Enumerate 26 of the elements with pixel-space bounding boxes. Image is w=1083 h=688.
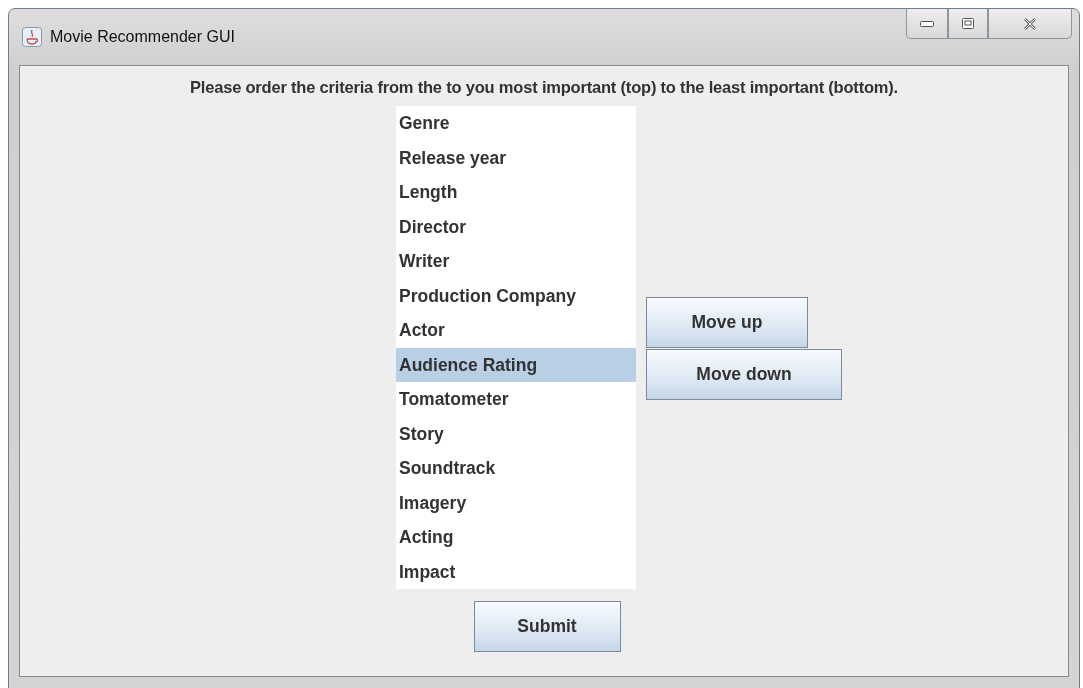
list-item[interactable]: Writer [396,244,636,279]
minimize-button[interactable] [906,9,948,39]
list-item[interactable]: Actor [396,313,636,348]
list-item[interactable]: Acting [396,520,636,555]
list-item[interactable]: Length [396,175,636,210]
list-item[interactable]: Impact [396,554,636,589]
minimize-icon [920,20,934,27]
list-item[interactable]: Soundtrack [396,451,636,486]
list-item[interactable]: Audience Rating [396,347,636,382]
app-icon [22,27,42,47]
maximize-icon [962,18,974,29]
instruction-text: Please order the criteria from the to you most important (top) to the least important (bottom). [190,78,898,97]
submit-button[interactable]: Submit [473,601,621,652]
window-title: Movie Recommender GUI [50,28,235,46]
list-item[interactable]: Director [396,209,636,244]
maximize-button[interactable] [948,9,988,39]
criteria-list[interactable]: Genre Release year Length Director Writer Production Company Actor Audience Rating Tomatometer Story Soundtrack Imagery Acting Impact [396,106,636,589]
close-icon [1023,17,1037,30]
list-item[interactable]: Production Company [396,278,636,313]
move-down-button[interactable]: Move down [646,349,842,400]
move-up-button[interactable]: Move up [646,297,808,348]
list-item[interactable]: Genre [396,106,636,141]
list-item[interactable]: Imagery [396,485,636,520]
list-item[interactable]: Release year [396,140,636,175]
list-item[interactable]: Story [396,416,636,451]
list-item[interactable]: Tomatometer [396,382,636,417]
